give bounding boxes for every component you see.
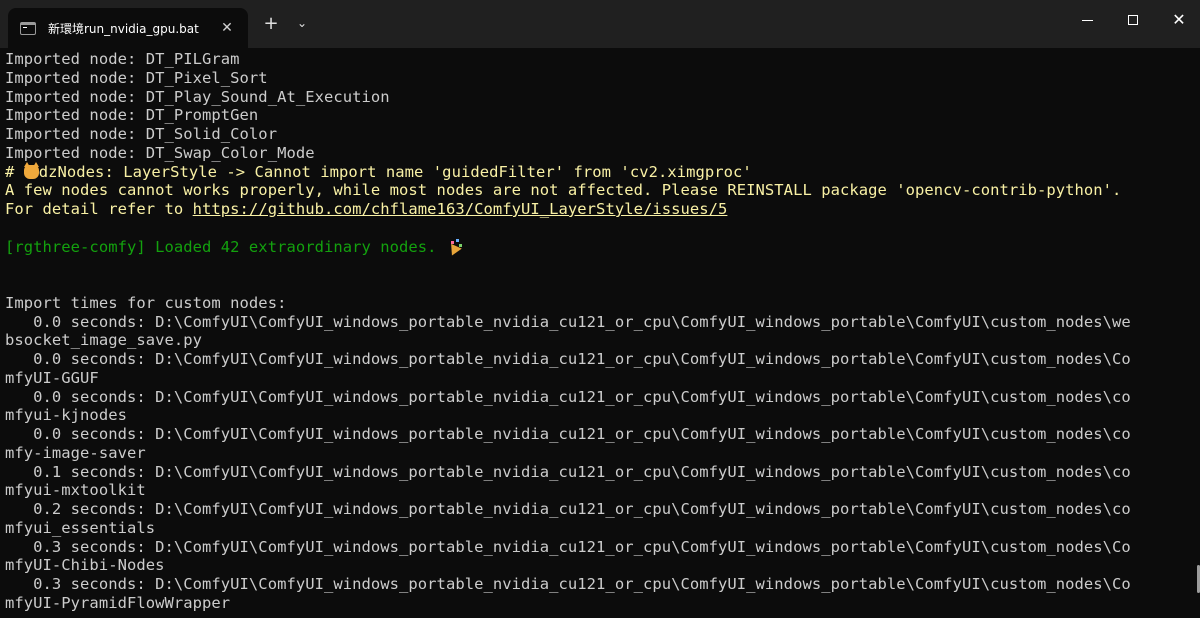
output-line: Imported node: DT_Play_Sound_At_Executio… [5, 87, 390, 106]
detail-prefix: For detail refer to [5, 200, 193, 218]
output-line: Imported node: DT_Solid_Color [5, 125, 278, 143]
terminal-output[interactable]: Imported node: DT_PILGram Imported node:… [0, 50, 1196, 618]
import-time-line: mfyUI-PyramidFlowWrapper [5, 593, 231, 612]
terminal-window: 新環境run_nvidia_gpu.bat ✕ + ⌄ ✕ Imported n… [0, 0, 1200, 618]
maximize-button[interactable] [1110, 0, 1156, 40]
import-time-line: 0.2 seconds: D:\ComfyUI\ComfyUI_windows_… [5, 500, 1131, 518]
warning-text: dzNodes: LayerStyle -> Cannot import nam… [38, 162, 752, 181]
import-time-line: mfyui_essentials [5, 518, 156, 537]
import-time-line: 0.3 seconds: D:\ComfyUI\ComfyUI_windows_… [5, 537, 1131, 556]
import-times-header: Import times for custom nodes: [5, 293, 287, 312]
import-time-line: mfyui-kjnodes [5, 406, 127, 425]
warning-line: A few nodes cannot works properly, while… [5, 181, 1122, 200]
import-time-line: 0.0 seconds: D:\ComfyUI\ComfyUI_windows_… [5, 350, 1131, 368]
import-time-line: 0.3 seconds: D:\ComfyUI\ComfyUI_windows_… [5, 575, 1131, 593]
import-time-line: 0.0 seconds: D:\ComfyUI\ComfyUI_windows_… [5, 312, 1131, 331]
tab-close-icon[interactable]: ✕ [216, 20, 238, 36]
import-time-line: 0.0 seconds: D:\ComfyUI\ComfyUI_windows_… [5, 387, 1131, 406]
new-tab-plus-icon[interactable]: + [260, 13, 282, 34]
terminal-icon [20, 21, 36, 35]
import-time-line: 0.1 seconds: D:\ComfyUI\ComfyUI_windows_… [5, 462, 1131, 481]
output-line: Imported node: DT_PromptGen [5, 106, 259, 125]
import-time-line: mfyui-mxtoolkit [5, 481, 146, 500]
import-time-line: bsocket_image_save.py [5, 331, 203, 350]
rgthree-text: [rgthree-comfy] Loaded 42 extraordinary … [5, 237, 446, 256]
output-line: Imported node: DT_PILGram [5, 50, 240, 68]
issue-link[interactable]: https://github.com/chflame163/ComfyUI_La… [193, 200, 728, 218]
import-time-line: 0.0 seconds: D:\ComfyUI\ComfyUI_windows_… [5, 425, 1131, 443]
cat-emoji-icon [23, 161, 39, 179]
warning-prefix: # [5, 162, 24, 181]
detail-line: For detail refer to https://github.com/c… [5, 200, 1196, 219]
import-time-line: mfy-image-saver [5, 443, 146, 462]
import-time-line: mfyUI-Chibi-Nodes [5, 556, 165, 575]
rgthree-line: [rgthree-comfy] Loaded 42 extraordinary … [5, 238, 1196, 257]
tab-title: 新環境run_nvidia_gpu.bat [48, 21, 199, 36]
output-line: Imported node: DT_Swap_Color_Mode [5, 143, 315, 162]
close-button[interactable]: ✕ [1156, 0, 1200, 40]
minimize-button[interactable] [1064, 0, 1110, 40]
chevron-down-icon[interactable]: ⌄ [293, 16, 311, 30]
minimize-icon [1081, 19, 1093, 21]
output-line: Imported node: DT_Pixel_Sort [5, 68, 268, 87]
warning-line: # dzNodes: LayerStyle -> Cannot import n… [5, 161, 1196, 182]
title-bar: 新環境run_nvidia_gpu.bat ✕ + ⌄ ✕ [0, 0, 1200, 48]
import-time-line: mfyUI-GGUF [5, 368, 99, 387]
tab-active[interactable]: 新環境run_nvidia_gpu.bat ✕ [8, 8, 248, 48]
party-popper-icon [446, 238, 462, 253]
maximize-icon [1128, 15, 1138, 25]
close-icon: ✕ [1172, 10, 1186, 29]
